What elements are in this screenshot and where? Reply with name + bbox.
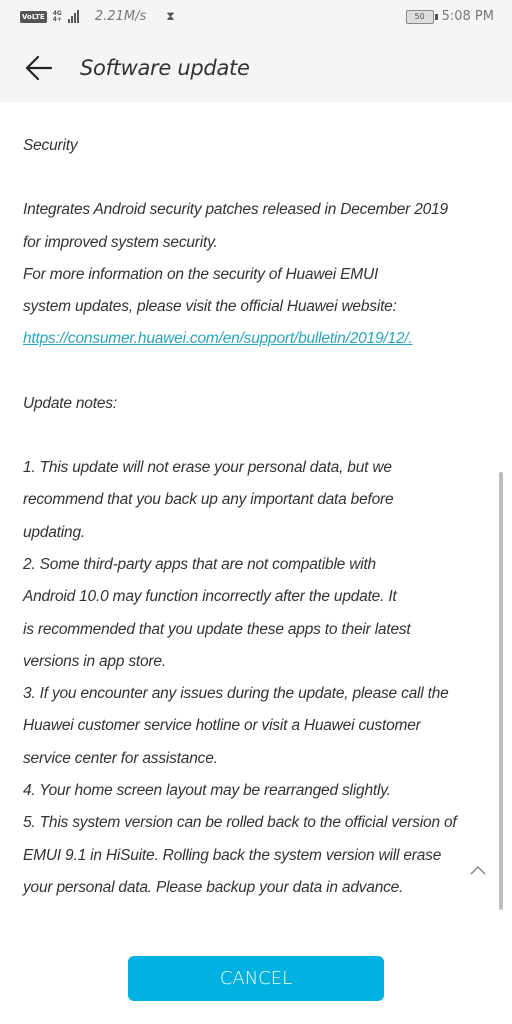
update-details: Security Integrates Android security pat… xyxy=(23,130,493,904)
app-bar: Software update xyxy=(0,36,512,102)
note-line: Huawei customer service hotline or visit… xyxy=(23,717,421,735)
scrollbar[interactable] xyxy=(499,472,503,910)
note-line: versions in app store. xyxy=(23,652,166,670)
security-text-line: for improved system security. xyxy=(23,233,218,251)
note-line: 2. Some third-party apps that are not co… xyxy=(23,555,376,573)
battery-icon: 50 xyxy=(405,9,438,24)
note-line: recommend that you back up any important… xyxy=(23,491,394,509)
volte-icon: VoLTE xyxy=(20,10,47,23)
note-line: 4. Your home screen layout may be rearra… xyxy=(23,782,391,800)
collapse-button[interactable] xyxy=(470,862,486,878)
note-line: your personal data. Please backup your d… xyxy=(23,878,404,896)
security-bulletin-link[interactable]: https://consumer.huawei.com/en/support/b… xyxy=(23,330,413,347)
note-line: updating. xyxy=(23,523,85,541)
note-line: EMUI 9.1 in HiSuite. Rolling back the sy… xyxy=(23,846,442,864)
security-text-line: system updates, please visit the officia… xyxy=(23,298,397,316)
note-line: Android 10.0 may function incorrectly af… xyxy=(23,588,397,606)
signal-icon xyxy=(67,10,79,23)
update-notes-heading: Update notes: xyxy=(23,394,117,412)
note-line: is recommended that you update these app… xyxy=(23,620,411,638)
network-type-icon: 4G 4+ xyxy=(52,9,62,23)
security-text-line: For more information on the security of … xyxy=(23,265,379,283)
back-button[interactable] xyxy=(24,53,54,83)
cancel-button[interactable]: CANCEL xyxy=(128,956,384,1001)
note-line: service center for assistance. xyxy=(23,749,218,767)
hourglass-icon: ⧗ xyxy=(166,9,175,23)
network-speed: 2.21M/s xyxy=(94,9,147,24)
clock: 5:08 PM xyxy=(441,9,494,24)
status-bar: VoLTE 4G 4+ 2.21M/s ⧗ 50 5:08 PM xyxy=(0,0,512,36)
security-heading: Security xyxy=(23,137,78,154)
note-line: 3. If you encounter any issues during th… xyxy=(23,685,449,703)
page-title: Software update xyxy=(80,56,250,80)
chevron-up-icon xyxy=(470,865,486,875)
note-line: 5. This system version can be rolled bac… xyxy=(23,814,457,832)
arrow-left-icon xyxy=(25,55,53,81)
note-line: 1. This update will not erase your perso… xyxy=(23,459,392,477)
security-text-line: Integrates Android security patches rele… xyxy=(23,201,448,219)
